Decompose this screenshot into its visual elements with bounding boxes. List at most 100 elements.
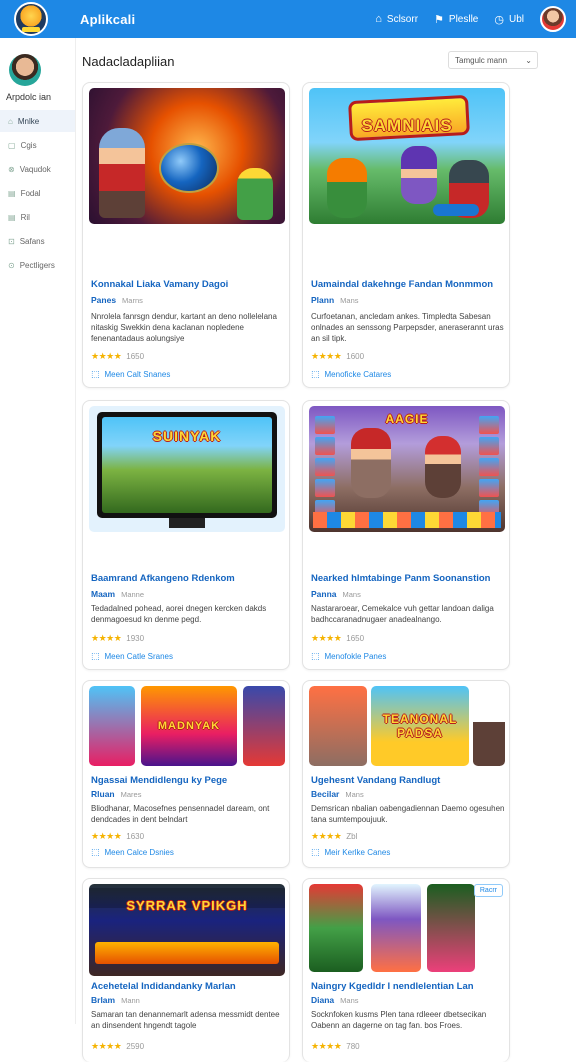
rating-value: 1650 xyxy=(126,352,145,361)
card-sub-main: Panes xyxy=(91,295,117,305)
card-sub-main: Maam xyxy=(91,589,116,599)
link-icon: ⬚ xyxy=(311,847,320,857)
card-thumbnail[interactable]: SUINYAK xyxy=(89,406,285,532)
link-icon: ⬚ xyxy=(91,651,100,661)
card-sub-main: Rluan xyxy=(91,789,115,799)
card-rating: ★★★★ 1630 xyxy=(91,831,144,842)
card-link[interactable]: ⬚ Meir Kerlke Canes xyxy=(311,847,390,858)
card-subtitle: Diana Mans xyxy=(311,995,359,1005)
card-sub-small: Mans xyxy=(340,996,359,1005)
sort-dropdown[interactable]: Tamgulc mann ⌄ xyxy=(448,51,538,69)
app-card[interactable]: SYRRAR VPIKGH Acehetelal Indidandanky Ma… xyxy=(82,878,290,1062)
star-rating-icon: ★★★★ xyxy=(311,831,342,841)
character-illustration xyxy=(401,146,437,204)
sidebar-item-label: Fodal xyxy=(20,188,41,198)
card-sub-small: Marns xyxy=(122,296,143,305)
folder-icon: ▤ xyxy=(8,188,16,198)
character-illustration xyxy=(425,436,461,498)
star-rating-icon: ★★★★ xyxy=(311,1041,342,1051)
rating-value: 2590 xyxy=(126,1042,145,1051)
card-title[interactable]: Acehetelal Indidandanky Marlan xyxy=(91,981,287,992)
sidebar-item-label: Mnlke xyxy=(17,116,40,126)
card-title[interactable]: Nearked hlmtabinge Panm Soonanstion xyxy=(311,573,507,584)
link-icon: ⬚ xyxy=(91,847,100,857)
sidebar-item-6[interactable]: ⊡ Safans xyxy=(0,230,75,252)
card-sub-small: Mans xyxy=(340,296,359,305)
card-link[interactable]: ⬚ Meen Catle Sranes xyxy=(91,651,173,662)
sidebar-item-5[interactable]: ▤ Ril xyxy=(0,206,75,228)
circle-x-icon: ⊗ xyxy=(8,164,15,174)
sidebar-item-label: Pectligers xyxy=(19,260,55,270)
screenshot-1 xyxy=(89,686,135,766)
rating-value: 1630 xyxy=(126,832,145,841)
card-link-label: Meen Calt Snanes xyxy=(104,370,171,379)
card-rating: ★★★★ 780 xyxy=(311,1041,360,1052)
card-thumbnail[interactable]: TEANONAL PADSA xyxy=(309,686,505,766)
app-title: Aplikcali xyxy=(80,11,136,27)
card-link[interactable]: ⬚ Meen Calce Dsnies xyxy=(91,847,174,858)
card-thumbnail[interactable] xyxy=(89,88,285,224)
card-subtitle: Plann Mans xyxy=(311,295,359,305)
link-icon: ⬚ xyxy=(91,369,100,379)
link-icon: ⬚ xyxy=(311,651,320,661)
sidebar-item-label: Ril xyxy=(20,212,30,222)
sidebar-item-4[interactable]: ▤ Fodal xyxy=(0,182,75,204)
card-title[interactable]: Baamrand Afkangeno Rdenkom xyxy=(91,573,287,584)
card-link[interactable]: ⬚ Menoficke Catares xyxy=(311,369,391,380)
app-card[interactable]: SAMNIAIS Uamaindal dakehnge Fandan Monmm… xyxy=(302,82,510,388)
sidebar-item-7[interactable]: ⊙ Pectligers xyxy=(0,254,75,276)
card-badge[interactable]: Racrr xyxy=(473,884,503,897)
card-sub-main: Brlam xyxy=(91,995,116,1005)
star-rating-icon: ★★★★ xyxy=(311,351,342,361)
app-card[interactable]: TEANONAL PADSA Ugehesnt Vandang Randlugt… xyxy=(302,680,510,868)
bell-icon: ⌂ xyxy=(375,13,382,25)
star-rating-icon: ★★★★ xyxy=(91,831,122,841)
card-link-label: Meir Kerlke Canes xyxy=(324,848,391,857)
topnav-item-1[interactable]: ⌂ Sclsorr xyxy=(375,13,418,25)
card-rating: ★★★★ 1650 xyxy=(91,351,144,362)
character-illustration xyxy=(327,158,367,218)
card-thumbnail[interactable] xyxy=(309,884,505,976)
card-link[interactable]: ⬚ Meen Calt Snanes xyxy=(91,369,170,380)
sidebar-item-label: Safans xyxy=(19,236,45,246)
star-rating-icon: ★★★★ xyxy=(91,351,122,361)
card-subtitle: Rluan Mares xyxy=(91,789,141,799)
top-bar: Aplikcali ⌂ Sclsorr ⚑ Pleslle ◷ Ubl xyxy=(0,0,576,38)
sidebar-item-2[interactable]: ▢ Cgis xyxy=(0,134,75,156)
app-card[interactable]: AAGIE Nearked hlmtabinge Panm Soonanstio… xyxy=(302,400,510,670)
sidebar-avatar[interactable] xyxy=(9,54,41,86)
user-avatar[interactable] xyxy=(540,6,566,32)
chevron-down-icon: ⌄ xyxy=(525,55,532,65)
app-card[interactable]: Konnakal Liaka Vamany Dagoi Panes Marns N… xyxy=(82,82,290,388)
app-card[interactable]: Racrr Naingry Kgedldr I nendlelentian La… xyxy=(302,878,510,1062)
card-thumbnail[interactable]: SAMNIAIS xyxy=(309,88,505,224)
card-title[interactable]: Ugehesnt Vandang Randlugt xyxy=(311,775,507,786)
card-subtitle: Maam Manne xyxy=(91,589,144,599)
card-thumbnail[interactable]: SYRRAR VPIKGH xyxy=(89,884,285,976)
card-rating: ★★★★ 2590 xyxy=(91,1041,144,1052)
app-card[interactable]: MADNYAK Ngassai Mendidlengu ky Pege Rlua… xyxy=(82,680,290,868)
card-subtitle: Panna Mans xyxy=(311,589,361,599)
app-logo[interactable] xyxy=(14,2,48,36)
card-thumbnail[interactable]: MADNYAK xyxy=(89,686,285,766)
topnav-label-2: Pleslle xyxy=(448,13,479,25)
rating-value: 1930 xyxy=(126,634,145,643)
sidebar-item-3[interactable]: ⊗ Vaqudok xyxy=(0,158,75,180)
card-title[interactable]: Konnakal Liaka Vamany Dagoi xyxy=(91,279,287,290)
card-link[interactable]: ⬚ Menofokle Panes xyxy=(311,651,386,662)
app-card[interactable]: SUINYAK Baamrand Afkangeno Rdenkom Maam M… xyxy=(82,400,290,670)
card-subtitle: Brlam Mann xyxy=(91,995,140,1005)
card-title[interactable]: Ngassai Mendidlengu ky Pege xyxy=(91,775,287,786)
sidebar-item-1[interactable]: ⌂ Mnlke xyxy=(0,110,75,132)
character-illustration xyxy=(237,168,273,220)
card-sub-small: Mans xyxy=(342,590,361,599)
link-icon: ⬚ xyxy=(311,369,320,379)
topnav-item-3[interactable]: ◷ Ubl xyxy=(494,13,524,26)
rating-value: Zbl xyxy=(346,832,358,841)
card-thumbnail[interactable]: AAGIE xyxy=(309,406,505,532)
sort-label: Tamgulc mann xyxy=(455,55,508,65)
card-title[interactable]: Uamaindal dakehnge Fandan Monmmon xyxy=(311,279,507,290)
screenshot-3 xyxy=(427,884,475,972)
topnav-item-2[interactable]: ⚑ Pleslle xyxy=(434,13,478,26)
card-title[interactable]: Naingry Kgedldr I nendlelentian Lan xyxy=(311,981,507,992)
